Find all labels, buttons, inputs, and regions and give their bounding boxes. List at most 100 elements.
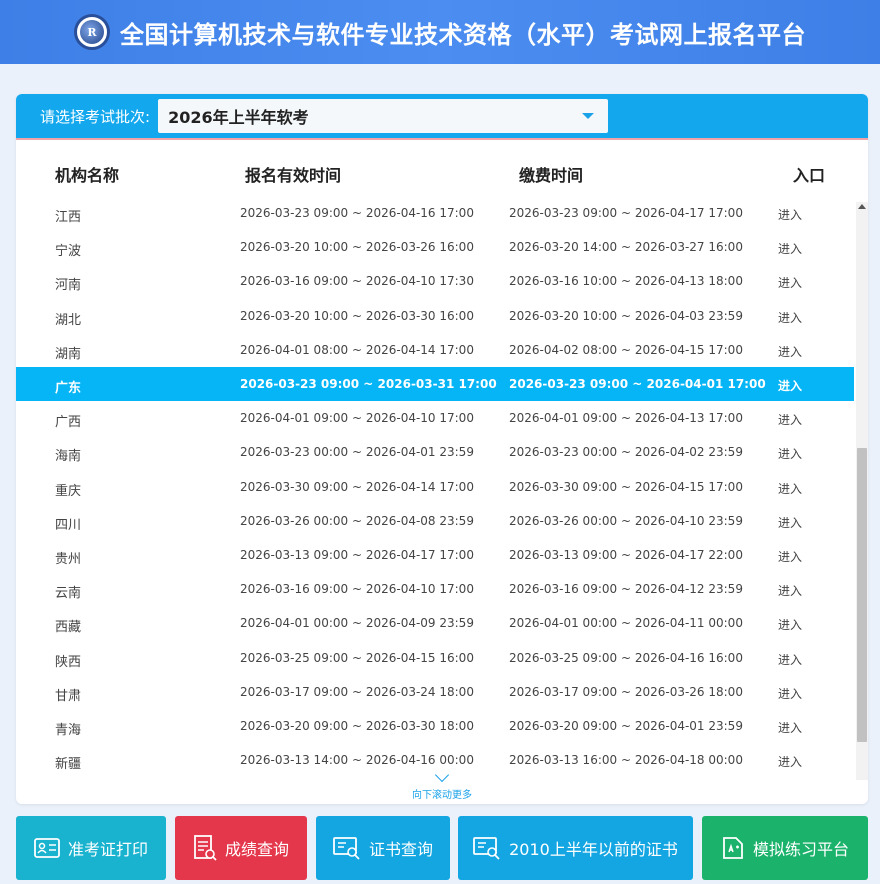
cell-payment-time: 2026-03-20 14:00 ~ 2026-03-27 16:00 bbox=[509, 240, 743, 255]
cell-payment-time: 2026-03-23 09:00 ~ 2026-04-01 17:00 bbox=[509, 377, 766, 391]
batch-selected-value: 2026年上半年软考 bbox=[168, 108, 309, 127]
column-header-entry: 入口 bbox=[793, 166, 826, 185]
cell-payment-time: 2026-03-16 09:00 ~ 2026-04-12 23:59 bbox=[509, 582, 743, 597]
schedule-panel: 请选择考试批次: 2026年上半年软考 机构名称 报名有效时间 缴费时间 入口 … bbox=[16, 94, 868, 804]
certificate-query-button[interactable]: 证书查询 bbox=[316, 816, 450, 880]
table-row[interactable]: 西藏 2026-04-01 00:00 ~ 2026-04-09 23:59 202… bbox=[16, 606, 854, 640]
enter-link[interactable]: 进入 bbox=[778, 411, 802, 428]
cell-payment-time: 2026-03-23 00:00 ~ 2026-04-02 23:59 bbox=[509, 445, 743, 460]
cell-institution-name: 四川 bbox=[55, 517, 82, 533]
cell-registration-time: 2026-03-30 09:00 ~ 2026-04-14 17:00 bbox=[240, 479, 474, 494]
scroll-more-hint[interactable]: 向下滚动更多 bbox=[16, 766, 868, 804]
cell-registration-time: 2026-04-01 08:00 ~ 2026-04-14 17:00 bbox=[240, 342, 474, 357]
certificate-query-label: 证书查询 bbox=[368, 840, 433, 859]
table-row[interactable]: 甘肃 2026-03-17 09:00 ~ 2026-03-24 18:00 202… bbox=[16, 675, 854, 709]
enter-link[interactable]: 进入 bbox=[778, 240, 802, 257]
cell-payment-time: 2026-03-26 00:00 ~ 2026-04-10 23:59 bbox=[509, 513, 743, 528]
cell-payment-time: 2026-03-25 09:00 ~ 2026-04-16 16:00 bbox=[509, 650, 743, 665]
cell-payment-time: 2026-04-02 08:00 ~ 2026-04-15 17:00 bbox=[509, 342, 743, 357]
page-header: R 全国计算机技术与软件专业技术资格（水平）考试网上报名平台 bbox=[0, 0, 880, 64]
batch-label: 请选择考试批次: bbox=[40, 107, 151, 126]
cell-payment-time: 2026-03-20 10:00 ~ 2026-04-03 23:59 bbox=[509, 308, 743, 323]
cell-institution-name: 湖南 bbox=[55, 346, 82, 362]
table-row[interactable]: 湖南 2026-04-01 08:00 ~ 2026-04-14 17:00 202… bbox=[16, 333, 854, 367]
cell-payment-time: 2026-03-30 09:00 ~ 2026-04-15 17:00 bbox=[509, 479, 743, 494]
enter-link[interactable]: 进入 bbox=[778, 514, 802, 531]
enter-link[interactable]: 进入 bbox=[778, 377, 802, 394]
table-header: 机构名称 报名有效时间 缴费时间 入口 bbox=[16, 156, 868, 192]
cell-registration-time: 2026-03-23 09:00 ~ 2026-04-16 17:00 bbox=[240, 206, 474, 220]
cell-registration-time: 2026-03-20 10:00 ~ 2026-03-30 16:00 bbox=[240, 308, 474, 323]
cell-payment-time: 2026-03-23 09:00 ~ 2026-04-17 17:00 bbox=[509, 206, 743, 220]
table-row[interactable]: 贵州 2026-03-13 09:00 ~ 2026-04-17 17:00 202… bbox=[16, 538, 854, 572]
cell-registration-time: 2026-03-23 09:00 ~ 2026-03-31 17:00 bbox=[240, 377, 497, 391]
enter-link[interactable]: 进入 bbox=[778, 445, 802, 462]
admission-ticket-print-button[interactable]: 准考证打印 bbox=[16, 816, 166, 880]
cell-registration-time: 2026-03-13 09:00 ~ 2026-04-17 17:00 bbox=[240, 548, 474, 562]
cell-registration-time: 2026-03-16 09:00 ~ 2026-04-10 17:30 bbox=[240, 274, 474, 289]
table-row[interactable]: 宁波 2026-03-20 10:00 ~ 2026-03-26 16:00 202… bbox=[16, 230, 854, 264]
enter-link[interactable]: 进入 bbox=[778, 616, 802, 633]
practice-platform-label: 模拟练习平台 bbox=[752, 840, 849, 859]
table-row[interactable]: 广东 2026-03-23 09:00 ~ 2026-03-31 17:00 202… bbox=[16, 367, 854, 401]
table-row[interactable]: 广西 2026-04-01 09:00 ~ 2026-04-10 17:00 202… bbox=[16, 401, 854, 435]
cell-institution-name: 江西 bbox=[55, 210, 82, 225]
table-row[interactable]: 云南 2026-03-16 09:00 ~ 2026-04-10 17:00 202… bbox=[16, 572, 854, 606]
enter-link[interactable]: 进入 bbox=[778, 343, 802, 360]
admission-ticket-print-label: 准考证打印 bbox=[67, 840, 148, 859]
enter-link[interactable]: 进入 bbox=[778, 719, 802, 736]
vertical-scrollbar[interactable] bbox=[856, 202, 868, 780]
enter-link[interactable]: 进入 bbox=[778, 274, 802, 291]
cell-institution-name: 重庆 bbox=[55, 483, 82, 499]
logo-mark: R bbox=[80, 20, 104, 44]
enter-link[interactable]: 进入 bbox=[778, 309, 802, 326]
cell-registration-time: 2026-03-26 00:00 ~ 2026-04-08 23:59 bbox=[240, 513, 474, 528]
scroll-up-arrow-icon[interactable] bbox=[858, 204, 866, 209]
enter-link[interactable]: 进入 bbox=[778, 651, 802, 668]
enter-link[interactable]: 进入 bbox=[778, 685, 802, 702]
cell-institution-name: 广西 bbox=[55, 415, 82, 431]
cell-payment-time: 2026-03-16 10:00 ~ 2026-04-13 18:00 bbox=[509, 274, 743, 289]
table-row[interactable]: 湖北 2026-03-20 10:00 ~ 2026-03-30 16:00 202… bbox=[16, 299, 854, 333]
table-row[interactable]: 河南 2026-03-16 09:00 ~ 2026-04-10 17:30 202… bbox=[16, 264, 854, 298]
cell-payment-time: 2026-03-13 09:00 ~ 2026-04-17 22:00 bbox=[509, 548, 743, 562]
cell-registration-time: 2026-03-20 09:00 ~ 2026-03-30 18:00 bbox=[240, 719, 474, 733]
cell-institution-name: 宁波 bbox=[55, 244, 82, 260]
cell-registration-time: 2026-03-20 10:00 ~ 2026-03-26 16:00 bbox=[240, 240, 474, 255]
id-card-icon bbox=[34, 838, 60, 858]
practice-platform-button[interactable]: 模拟练习平台 bbox=[702, 816, 868, 880]
table-row[interactable]: 青海 2026-03-20 09:00 ~ 2026-03-30 18:00 202… bbox=[16, 709, 854, 743]
batch-select[interactable]: 2026年上半年软考 bbox=[158, 99, 609, 133]
cell-payment-time: 2026-03-17 09:00 ~ 2026-03-26 18:00 bbox=[509, 684, 743, 699]
cell-registration-time: 2026-03-16 09:00 ~ 2026-04-10 17:00 bbox=[240, 582, 474, 597]
enter-link[interactable]: 进入 bbox=[778, 548, 802, 565]
cell-institution-name: 西藏 bbox=[55, 620, 82, 636]
enter-link[interactable]: 进入 bbox=[778, 206, 802, 223]
table-row[interactable]: 江西 2026-03-23 09:00 ~ 2026-04-16 17:00 202… bbox=[16, 196, 854, 230]
column-header-registration-time: 报名有效时间 bbox=[245, 166, 342, 185]
cell-institution-name: 海南 bbox=[55, 449, 82, 465]
action-buttons: 准考证打印 成绩查询 证书查询 2010上半年以前的证书 模拟练习平台 bbox=[16, 816, 868, 880]
table-row[interactable]: 重庆 2026-03-30 09:00 ~ 2026-04-14 17:00 202… bbox=[16, 470, 854, 504]
cell-institution-name: 广东 bbox=[55, 381, 82, 396]
enter-link[interactable]: 进入 bbox=[778, 582, 802, 599]
logo-icon: R bbox=[74, 14, 110, 50]
practice-edit-icon bbox=[723, 837, 743, 859]
cell-institution-name: 云南 bbox=[55, 586, 82, 602]
table-row[interactable]: 海南 2026-03-23 00:00 ~ 2026-04-01 23:59 202… bbox=[16, 435, 854, 469]
cell-payment-time: 2026-03-20 09:00 ~ 2026-04-01 23:59 bbox=[509, 719, 743, 733]
table-row[interactable]: 陕西 2026-03-25 09:00 ~ 2026-04-15 16:00 202… bbox=[16, 641, 854, 675]
page-title: 全国计算机技术与软件专业技术资格（水平）考试网上报名平台 bbox=[120, 20, 806, 49]
cell-institution-name: 青海 bbox=[55, 723, 82, 738]
score-query-label: 成绩查询 bbox=[224, 840, 289, 859]
cell-registration-time: 2026-04-01 09:00 ~ 2026-04-10 17:00 bbox=[240, 411, 474, 426]
enter-link[interactable]: 进入 bbox=[778, 480, 802, 497]
pre-2010-certificate-button[interactable]: 2010上半年以前的证书 bbox=[458, 816, 693, 880]
table-row[interactable]: 四川 2026-03-26 00:00 ~ 2026-04-08 23:59 202… bbox=[16, 504, 854, 538]
certificate-icon bbox=[473, 837, 500, 860]
scroll-thumb[interactable] bbox=[857, 448, 867, 742]
score-query-button[interactable]: 成绩查询 bbox=[175, 816, 307, 880]
score-doc-icon bbox=[194, 835, 217, 861]
cell-institution-name: 甘肃 bbox=[55, 688, 82, 704]
cell-payment-time: 2026-04-01 00:00 ~ 2026-04-11 00:00 bbox=[509, 616, 743, 631]
